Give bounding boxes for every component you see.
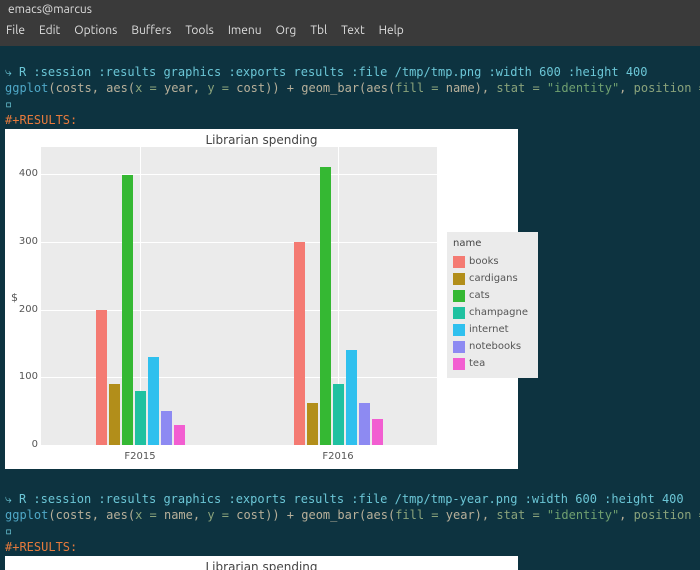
code-token: position = bbox=[634, 81, 700, 95]
bar-cardigans bbox=[109, 384, 120, 445]
code-token: ggplot bbox=[5, 508, 48, 522]
y-tick-label: 0 bbox=[32, 437, 38, 453]
chart-title: Librarian spending bbox=[5, 132, 518, 148]
bar-tea bbox=[174, 425, 185, 445]
bar-cats bbox=[122, 175, 133, 445]
code-token: fill = bbox=[395, 508, 446, 522]
chart-panel: 0100200300400F2015F2016 bbox=[41, 147, 437, 445]
menu-edit[interactable]: Edit bbox=[39, 24, 60, 42]
legend-item: cardigans bbox=[453, 271, 528, 287]
y-tick-label: 100 bbox=[19, 369, 38, 385]
chart-title: Librarian spending bbox=[5, 559, 518, 570]
src-block-end-marker: ▫ bbox=[5, 524, 12, 538]
legend-item: notebooks bbox=[453, 339, 528, 355]
bar-internet bbox=[148, 357, 159, 445]
code-token: name, bbox=[164, 508, 207, 522]
bar-champagne bbox=[333, 384, 344, 445]
gridline bbox=[41, 242, 437, 243]
src-block-marker: ⤷ bbox=[5, 65, 19, 79]
y-tick-label: 400 bbox=[19, 166, 38, 182]
code-token: x = bbox=[135, 508, 164, 522]
src-block-marker: ⤷ bbox=[5, 492, 19, 506]
code-token: stat = bbox=[496, 81, 547, 95]
legend-label: books bbox=[469, 254, 499, 270]
chart-legend: name bookscardiganscatschampagneinternetn… bbox=[447, 232, 538, 378]
legend-label: internet bbox=[469, 322, 509, 338]
bar-internet bbox=[346, 350, 357, 445]
menu-tools[interactable]: Tools bbox=[185, 24, 214, 42]
code-token: "identity" bbox=[547, 81, 619, 95]
code-token: x = bbox=[135, 81, 164, 95]
plot-librarian-spending-2: Librarian spending bbox=[5, 556, 518, 570]
menu-buffers[interactable]: Buffers bbox=[131, 24, 171, 42]
bar-cardigans bbox=[307, 403, 318, 445]
y-tick-label: 200 bbox=[19, 302, 38, 318]
x-tick-label: F2015 bbox=[124, 449, 155, 465]
x-tick-label: F2016 bbox=[322, 449, 353, 465]
results-label: #+RESULTS: bbox=[5, 540, 77, 554]
window-titlebar: emacs@marcus bbox=[0, 0, 700, 20]
legend-swatch bbox=[453, 307, 465, 319]
legend-swatch bbox=[453, 341, 465, 353]
code-token: cost)) + geom_bar(aes( bbox=[236, 508, 395, 522]
legend-swatch bbox=[453, 273, 465, 285]
src-block-header: R :session :results graphics :exports re… bbox=[19, 492, 684, 506]
bar-books bbox=[294, 242, 305, 445]
code-token: y = bbox=[207, 81, 236, 95]
legend-label: champagne bbox=[469, 305, 528, 321]
code-token: ggplot bbox=[5, 81, 48, 95]
code-token: (costs, aes( bbox=[48, 508, 135, 522]
code-token: cost)) + geom_bar(aes( bbox=[236, 81, 395, 95]
window-title: emacs@marcus bbox=[8, 3, 92, 16]
menu-tbl[interactable]: Tbl bbox=[310, 24, 327, 42]
src-block-end-marker: ▫ bbox=[5, 97, 12, 111]
menu-org[interactable]: Org bbox=[276, 24, 297, 42]
menu-imenu[interactable]: Imenu bbox=[228, 24, 262, 42]
legend-label: tea bbox=[469, 356, 485, 372]
legend-swatch bbox=[453, 290, 465, 302]
menu-help[interactable]: Help bbox=[379, 24, 404, 42]
legend-swatch bbox=[453, 358, 465, 370]
code-token: year, bbox=[164, 81, 207, 95]
legend-item: internet bbox=[453, 322, 528, 338]
legend-swatch bbox=[453, 324, 465, 336]
legend-item: cats bbox=[453, 288, 528, 304]
y-tick-label: 300 bbox=[19, 234, 38, 250]
legend-item: books bbox=[453, 254, 528, 270]
legend-title: name bbox=[453, 236, 528, 252]
bar-cats bbox=[320, 167, 331, 445]
code-token: stat = bbox=[496, 508, 547, 522]
menu-options[interactable]: Options bbox=[74, 24, 117, 42]
plot-librarian-spending: Librarian spending0100200300400F2015F201… bbox=[5, 129, 518, 469]
legend-label: cardigans bbox=[469, 271, 518, 287]
menu-bar: File Edit Options Buffers Tools Imenu Or… bbox=[0, 20, 700, 46]
menu-file[interactable]: File bbox=[6, 24, 25, 42]
bar-notebooks bbox=[161, 411, 172, 445]
legend-label: cats bbox=[469, 288, 490, 304]
code-token: "identity" bbox=[547, 508, 619, 522]
code-token: y = bbox=[207, 508, 236, 522]
bar-tea bbox=[372, 419, 383, 445]
src-block-header: R :session :results graphics :exports re… bbox=[19, 65, 648, 79]
bar-champagne bbox=[135, 391, 146, 445]
gridline bbox=[41, 445, 437, 446]
legend-item: champagne bbox=[453, 305, 528, 321]
code-token: (costs, aes( bbox=[48, 81, 135, 95]
y-axis-label: $ bbox=[11, 290, 18, 306]
code-token: fill = bbox=[395, 81, 446, 95]
code-token: , bbox=[619, 508, 633, 522]
code-token: name), bbox=[446, 81, 497, 95]
bar-books bbox=[96, 310, 107, 445]
legend-label: notebooks bbox=[469, 339, 521, 355]
code-token: position = bbox=[634, 508, 700, 522]
editor-area[interactable]: ⤷ R :session :results graphics :exports … bbox=[0, 46, 700, 570]
legend-item: tea bbox=[453, 356, 528, 372]
gridline bbox=[41, 174, 437, 175]
code-token: year), bbox=[446, 508, 497, 522]
menu-text[interactable]: Text bbox=[341, 24, 365, 42]
legend-swatch bbox=[453, 256, 465, 268]
code-token: , bbox=[619, 81, 633, 95]
results-label: #+RESULTS: bbox=[5, 113, 77, 127]
bar-notebooks bbox=[359, 403, 370, 445]
